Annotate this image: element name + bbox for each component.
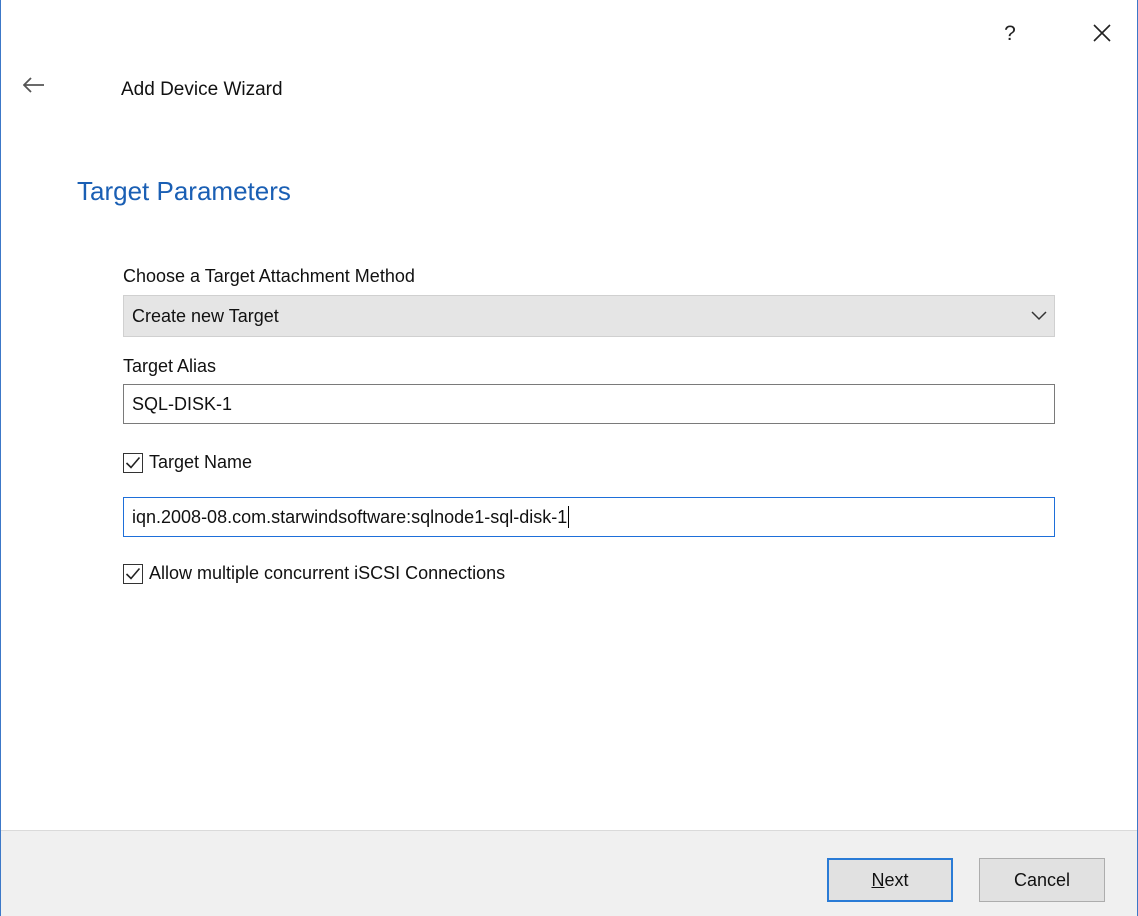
cancel-button[interactable]: Cancel [979, 858, 1105, 902]
help-label: ? [1004, 22, 1016, 45]
target-alias-field[interactable]: SQL-DISK-1 [123, 384, 1055, 424]
target-name-checkbox[interactable] [123, 452, 143, 473]
attachment-method-value: Create new Target [132, 305, 279, 326]
chevron-down-icon [1024, 311, 1054, 321]
close-icon [1093, 24, 1111, 42]
target-name-checkbox-row[interactable]: Target Name [123, 452, 252, 473]
text-caret [568, 506, 570, 528]
target-name-value: iqn.2008-08.com.starwindsoftware:sqlnode… [132, 506, 568, 527]
back-button[interactable] [17, 68, 51, 102]
help-button[interactable]: ? [987, 11, 1033, 57]
page-heading: Target Parameters [77, 176, 291, 206]
concurrent-connections-checkbox-row[interactable]: Allow multiple concurrent iSCSI Connecti… [123, 563, 505, 584]
target-name-field[interactable]: iqn.2008-08.com.starwindsoftware:sqlnode… [123, 497, 1055, 537]
next-button-label: Next [871, 869, 909, 890]
checkmark-icon [125, 456, 141, 469]
attachment-method-select[interactable]: Create new Target [123, 295, 1055, 337]
concurrent-connections-label: Allow multiple concurrent iSCSI Connecti… [149, 563, 506, 583]
target-alias-value: SQL-DISK-1 [132, 393, 233, 414]
target-alias-label: Target Alias [123, 356, 217, 376]
cancel-button-label: Cancel [1013, 869, 1071, 890]
wizard-title: Add Device Wizard [121, 79, 283, 100]
arrow-left-icon [23, 77, 44, 93]
target-name-checkbox-label: Target Name [149, 452, 253, 472]
checkmark-icon [125, 567, 141, 580]
attachment-method-label: Choose a Target Attachment Method [123, 266, 415, 286]
concurrent-connections-checkbox[interactable] [123, 563, 143, 584]
wizard-window: ? Add Device Wizard Target Parameters Ch… [0, 0, 1138, 916]
close-button[interactable] [1079, 10, 1125, 56]
next-button[interactable]: Next [827, 858, 953, 902]
wizard-footer: Next Cancel [1, 830, 1137, 916]
